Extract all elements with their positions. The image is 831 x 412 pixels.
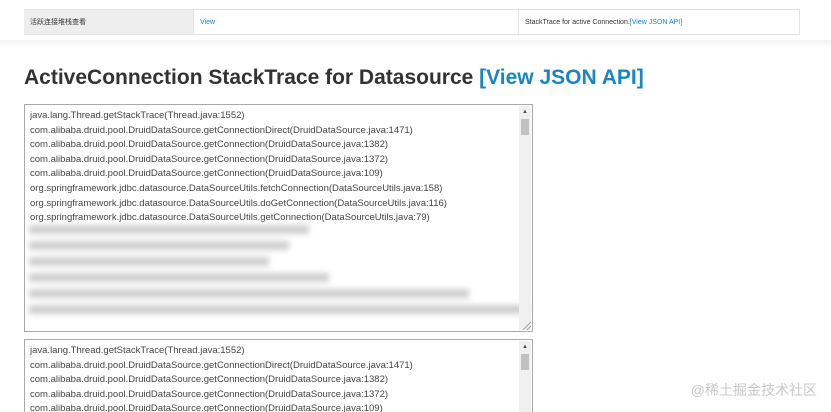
row-description-cell: StackTrace for active Connection. [View J… — [519, 10, 800, 34]
stacktrace-line: org.springframework.jdbc.datasource.Data… — [30, 197, 447, 209]
row-view-cell: View — [194, 10, 519, 34]
view-link[interactable]: View — [200, 19, 215, 26]
row-label-cell: 活跃连接堆栈查看 — [24, 10, 194, 34]
stacktrace-line: java.lang.Thread.getStackTrace(Thread.ja… — [30, 345, 245, 356]
stacktrace-line: com.alibaba.druid.pool.DruidDataSource.g… — [30, 403, 383, 412]
row-description: StackTrace for active Connection. — [525, 18, 630, 26]
datasource-info-row: 活跃连接堆栈查看 View StackTrace for active Conn… — [24, 9, 800, 35]
scroll-up-icon[interactable]: ▲ — [519, 106, 531, 118]
view-json-api-link-top[interactable]: [View JSON API] — [630, 19, 682, 26]
stacktrace-line: com.alibaba.druid.pool.DruidDataSource.g… — [30, 359, 413, 371]
page-title: ActiveConnection StackTrace for Datasour… — [24, 66, 644, 90]
page-title-text: ActiveConnection StackTrace for Datasour… — [24, 66, 474, 89]
stacktrace-lines-2: java.lang.Thread.getStackTrace(Thread.ja… — [30, 344, 516, 412]
stacktrace-line: com.alibaba.druid.pool.DruidDataSource.g… — [30, 153, 389, 165]
scrollbar-2[interactable]: ▲ — [519, 341, 531, 412]
stacktrace-line: com.alibaba.druid.pool.DruidDataSource.g… — [30, 168, 383, 180]
stacktrace-line: com.alibaba.druid.pool.DruidDataSource.g… — [30, 124, 413, 136]
stacktrace-line: org.springframework.jdbc.datasource.Data… — [30, 182, 443, 194]
redacted-region — [27, 223, 532, 327]
stacktrace-line: com.alibaba.druid.pool.DruidDataSource.g… — [30, 388, 389, 400]
stacktrace-lines-1: java.lang.Thread.getStackTrace(Thread.ja… — [30, 109, 516, 226]
stacktrace-line: com.alibaba.druid.pool.DruidDataSource.g… — [30, 374, 389, 386]
stacktrace-line: java.lang.Thread.getStackTrace(Thread.ja… — [30, 110, 245, 121]
page: 活跃连接堆栈查看 View StackTrace for active Conn… — [0, 0, 831, 412]
scrollbar-1[interactable]: ▲ — [519, 106, 531, 330]
scrollbar-thumb[interactable] — [521, 354, 529, 370]
stacktrace-textarea-1[interactable]: java.lang.Thread.getStackTrace(Thread.ja… — [24, 104, 533, 332]
watermark: @稀土掘金技术社区 — [690, 382, 817, 398]
resize-grip-icon[interactable] — [521, 320, 531, 330]
stacktrace-line: com.alibaba.druid.pool.DruidDataSource.g… — [30, 139, 389, 151]
section-divider — [0, 40, 831, 48]
scrollbar-thumb[interactable] — [521, 119, 529, 135]
row-label: 活跃连接堆栈查看 — [30, 19, 86, 26]
scroll-up-icon[interactable]: ▲ — [519, 341, 531, 353]
stacktrace-textarea-2[interactable]: java.lang.Thread.getStackTrace(Thread.ja… — [24, 339, 533, 412]
view-json-api-link[interactable]: [View JSON API] — [479, 66, 644, 89]
